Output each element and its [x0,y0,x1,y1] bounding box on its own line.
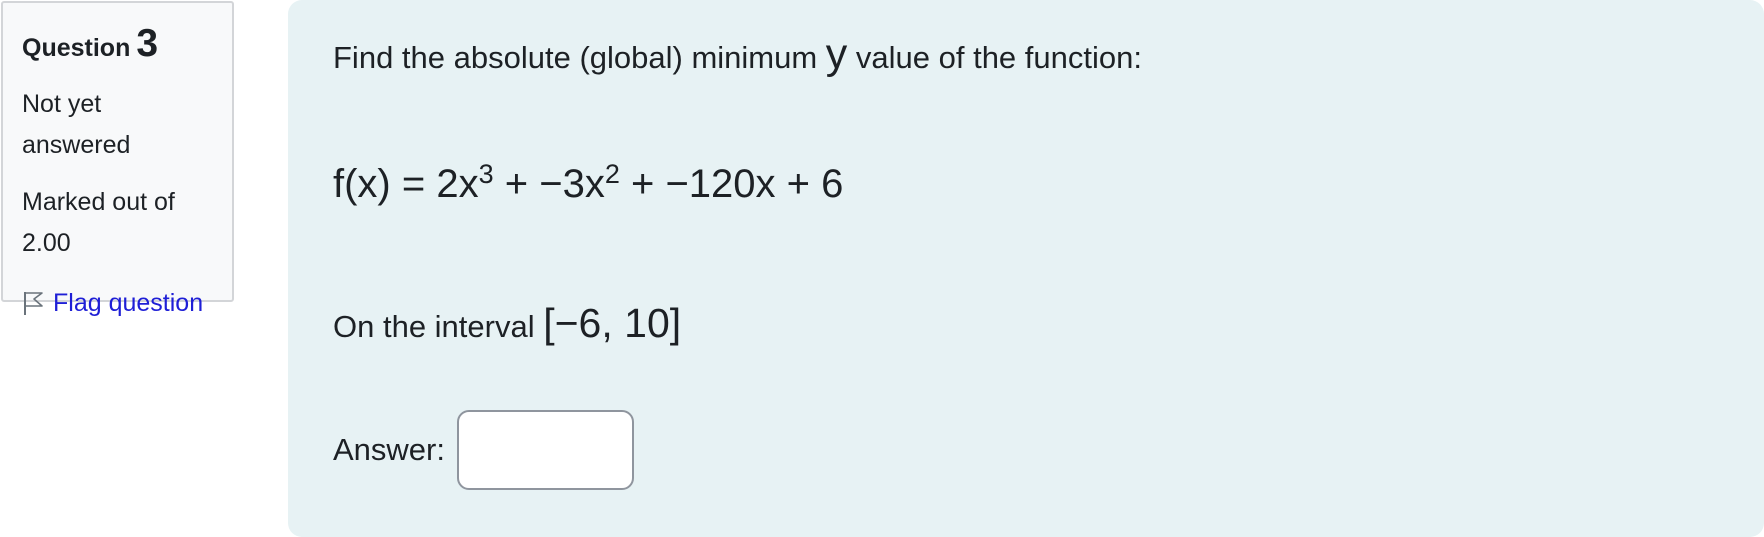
question-prompt: Find the absolute (global) minimum y val… [333,24,1142,88]
question-state: Not yet answered [22,90,131,159]
function-part-b: + −3x [493,162,605,206]
function-part-a: f(x) = 2x [333,162,479,206]
flag-question-link[interactable]: Flag question [22,283,214,323]
interval-math: [−6, 10] [543,300,682,346]
answer-input[interactable] [456,410,634,490]
question-number: 3 [136,22,159,65]
question-grade: Marked out of 2.00 [22,188,175,257]
flag-question-label: Flag question [53,289,204,317]
prompt-text-before: Find the absolute (global) minimum [333,40,826,75]
question-number-heading: Question 3 [22,21,214,67]
function-part-c: + −120x + 6 [619,162,844,206]
function-exponent-2: 2 [604,159,620,189]
function-expression: f(x) = 2x3 + −3x2 + −120x + 6 [333,154,843,214]
prompt-text-after: value of the function: [847,40,1142,75]
answer-row: Answer: [333,409,634,491]
interval-label: On the interval [333,309,544,344]
answer-label: Answer: [333,432,445,467]
function-exponent-1: 3 [478,159,494,189]
question-label: Question [22,34,131,62]
question-info-panel: Question 3 Not yet answered Marked out of… [1,1,234,317]
flag-icon [24,292,43,315]
prompt-variable: y [825,30,848,78]
interval-statement: On the interval [−6, 10] [333,293,681,357]
question-content: Find the absolute (global) minimum y val… [288,0,1764,537]
